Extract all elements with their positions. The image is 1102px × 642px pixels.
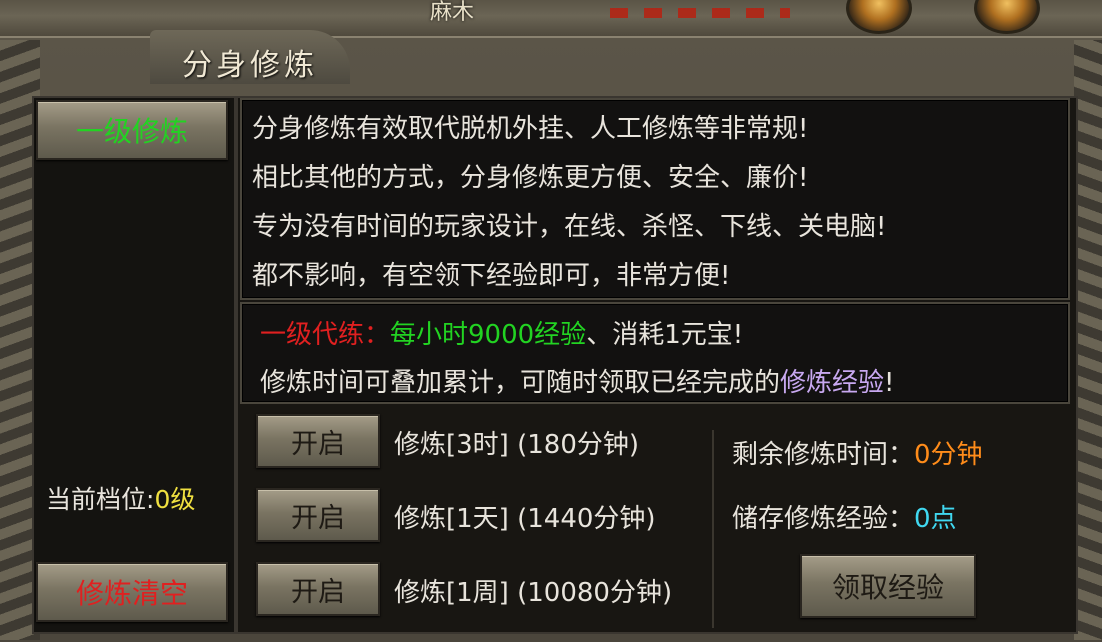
description-line: 分身修炼有效取代脱机外挂、人工修炼等非常规! [252,114,809,144]
remaining-time-value: 0分钟 [914,440,983,470]
option-1d-label: 修炼[1天] (1440分钟) [394,504,656,534]
stored-exp-label: 储存修炼经验： [732,504,915,534]
description-line: 相比其他的方式，分身修炼更方便、安全、廉价! [252,163,809,193]
clear-training-button[interactable]: 修炼清空 [36,562,228,622]
treasure-chest-icon[interactable] [974,0,1040,34]
tier-note-text: 修炼时间可叠加累计，可随时领取已经完成的 [260,368,781,398]
option-1w-label: 修炼[1周] (10080分钟) [394,578,673,608]
current-level-value: 0级 [154,485,196,514]
tier-rate-line: 一级代练：每小时9000经验、消耗1元宝! [260,314,743,351]
shop-orb-icon[interactable] [846,0,912,34]
npc-name-label: 麻木 [430,0,475,25]
tier-note-line: 修炼时间可叠加累计，可随时领取已经完成的修炼经验! [260,362,894,399]
tier-cost: 消耗1元宝! [612,320,744,350]
start-1w-button[interactable]: 开启 [256,562,380,616]
description-line: 专为没有时间的玩家设计，在线、杀怪、下线、关电脑! [252,212,887,242]
status-divider [712,430,714,628]
current-level: 当前档位:0级 [46,480,195,516]
remaining-time-label: 剩余修炼时间： [732,440,915,470]
window-title: 分身修炼 [182,48,318,83]
sidebar-panel [32,96,236,634]
level-1-tab-button[interactable]: 一级修炼 [36,100,228,160]
scene-red-marker [610,8,790,18]
stored-exp: 储存修炼经验：0点 [732,498,957,535]
remaining-time: 剩余修炼时间：0分钟 [732,434,983,471]
tier-note-end: ! [884,368,895,398]
tier-rate: 每小时9000经验 [390,320,587,350]
start-1d-button[interactable]: 开启 [256,488,380,542]
current-level-label: 当前档位: [46,485,155,514]
tier-name: 一级代练： [260,320,391,350]
tier-note-highlight: 修炼经验 [780,368,885,398]
dragon-ornament-right [1074,40,1102,640]
description-line: 都不影响，有空领下经验即可，非常方便! [252,261,731,291]
stored-exp-value: 0点 [914,504,957,534]
tier-separator: 、 [586,320,613,350]
start-3h-button[interactable]: 开启 [256,414,380,468]
option-3h-label: 修炼[3时] (180分钟) [394,430,640,460]
claim-exp-button[interactable]: 领取经验 [800,554,976,618]
